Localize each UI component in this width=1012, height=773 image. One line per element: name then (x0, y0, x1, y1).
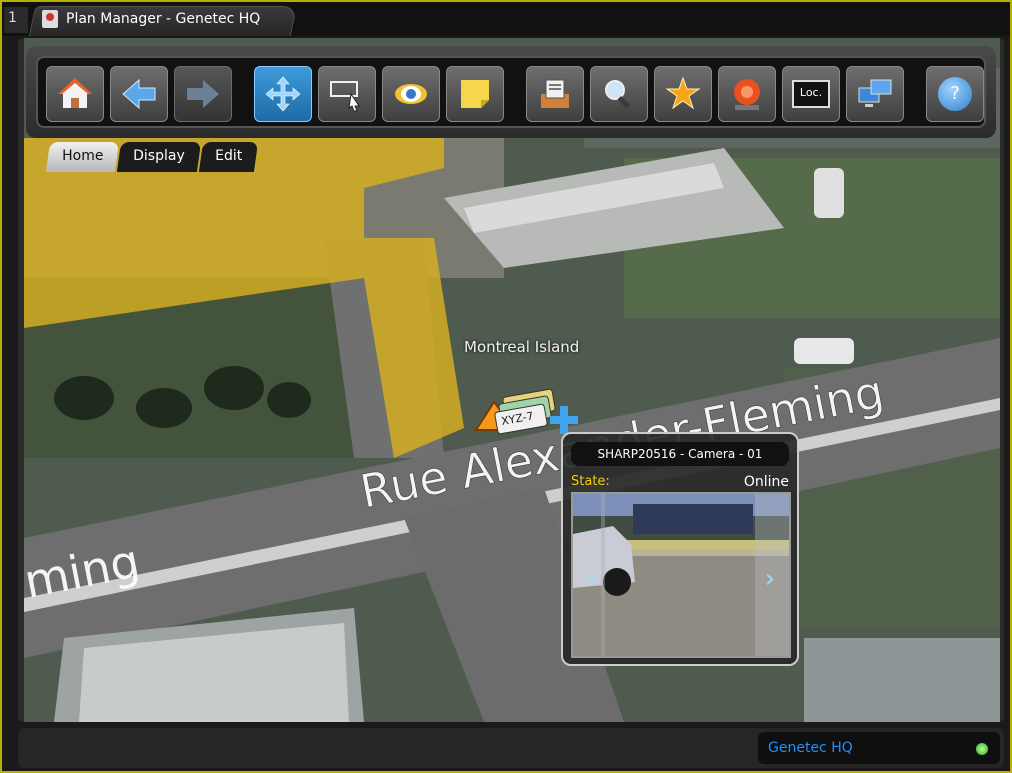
tab-title: Plan Manager - Genetec HQ (66, 11, 261, 27)
arrow-right-icon (187, 80, 219, 108)
home-icon (58, 78, 92, 108)
move-icon (265, 76, 301, 112)
tab-edit-label: Edit (215, 148, 243, 164)
tab-display[interactable]: Display (117, 142, 202, 172)
select-area-icon (330, 81, 360, 112)
arrow-left-icon (122, 78, 156, 110)
app-window: 1 Plan Manager - Genetec HQ Rue ming XYZ… (0, 0, 1012, 773)
site-name: Genetec HQ (768, 740, 853, 756)
forward-button[interactable] (174, 66, 232, 122)
map-area-label: Montreal Island (464, 338, 580, 356)
star-icon (665, 76, 701, 110)
location-button[interactable]: Loc. (782, 66, 840, 122)
tab-plan-manager-content[interactable]: Plan Manager - Genetec HQ (42, 10, 260, 28)
help-label: ? (950, 83, 960, 104)
camera-video-feed[interactable]: ‹ › (571, 492, 791, 658)
tab-home-label: Home (62, 148, 104, 164)
plan-canvas: Rue Alexander-Fleming ming XYZ-7 Montrea… (18, 38, 1004, 722)
connection-status-led-icon (976, 743, 988, 755)
note-button[interactable] (446, 66, 504, 122)
toolbar: Loc. ? (36, 56, 986, 128)
sticky-note-icon (461, 80, 489, 108)
toolbar-container: Loc. ? (26, 46, 996, 138)
subtab-bar: Home Display Edit (45, 142, 259, 172)
video-prev-arrow-icon[interactable]: ‹ (577, 564, 607, 594)
camera-popup-title: SHARP20516 - Camera - 01 (571, 442, 789, 466)
tab-edit[interactable]: Edit (198, 142, 259, 172)
select-tool-button[interactable] (318, 66, 376, 122)
camera-popup[interactable]: SHARP20516 - Camera - 01 State: Online ‹… (561, 432, 799, 666)
inbox-icon (541, 79, 569, 108)
view-button[interactable] (382, 66, 440, 122)
satellite-map: Rue Alexander-Fleming ming XYZ-7 (24, 38, 1000, 722)
tab-display-label: Display (133, 148, 186, 164)
camera-state-value: Online (743, 474, 789, 490)
site-indicator[interactable]: Genetec HQ (758, 732, 1000, 764)
tab-number[interactable]: 1 (4, 7, 28, 33)
camera-state-label: State: (571, 474, 610, 489)
plan-manager-icon (42, 10, 58, 28)
loc-monitor-icon: Loc. (792, 80, 830, 108)
help-button[interactable]: ? (926, 66, 984, 122)
back-button[interactable] (110, 66, 168, 122)
alarm-button[interactable] (718, 66, 776, 122)
favorites-button[interactable] (654, 66, 712, 122)
pan-tool-button[interactable] (254, 66, 312, 122)
alarm-icon (734, 79, 760, 110)
home-button[interactable] (46, 66, 104, 122)
eye-icon (395, 84, 427, 104)
tab-strip: 1 Plan Manager - Genetec HQ (2, 2, 1010, 36)
tab-home[interactable]: Home (45, 142, 120, 172)
network-button[interactable] (846, 66, 904, 122)
status-bar: Genetec HQ (18, 728, 1004, 768)
loc-label: Loc. (799, 86, 823, 99)
network-icon (858, 79, 892, 107)
search-button[interactable] (590, 66, 648, 122)
video-next-arrow-icon[interactable]: › (755, 564, 785, 594)
inbox-button[interactable] (526, 66, 584, 122)
map-view[interactable]: Rue Alexander-Fleming ming XYZ-7 Montrea… (24, 38, 1000, 722)
help-icon: ? (938, 77, 972, 111)
search-icon (605, 80, 631, 109)
